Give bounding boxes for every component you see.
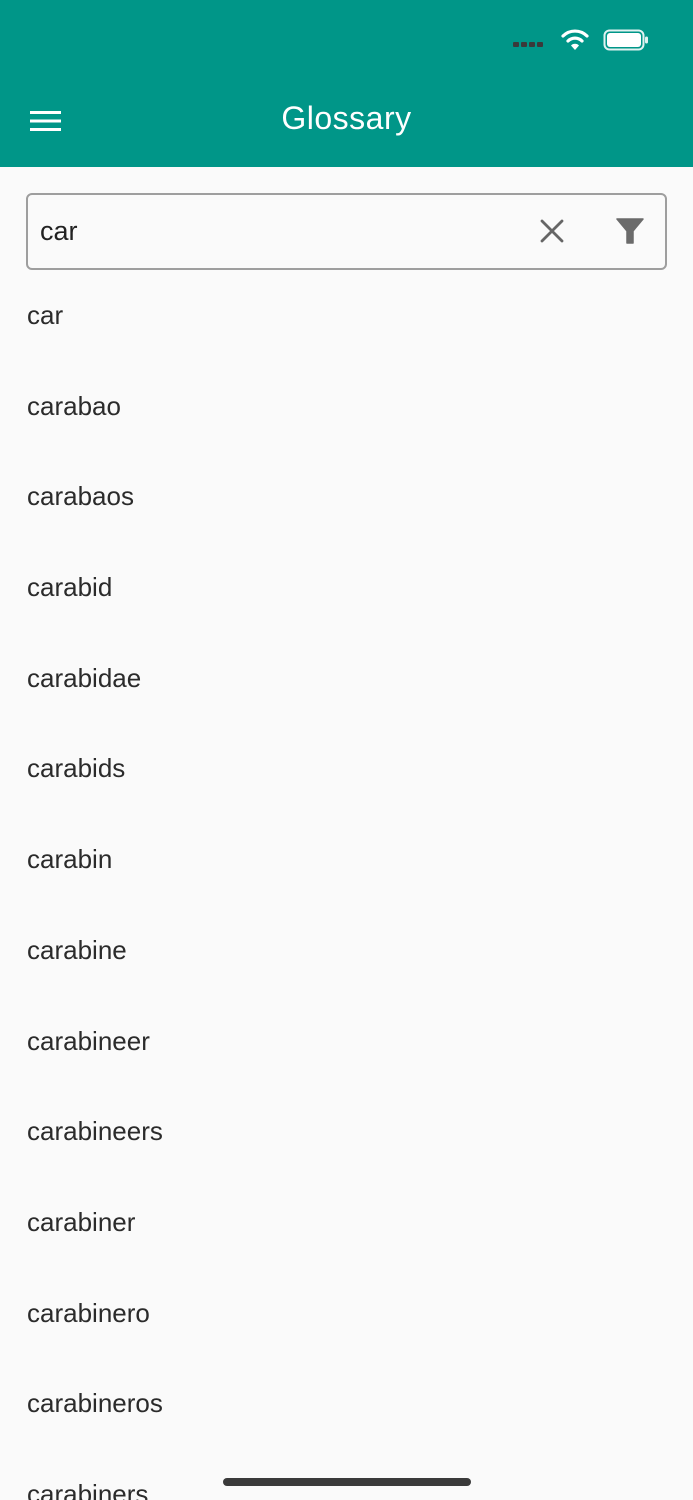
list-item[interactable]: carabineer <box>0 998 693 1089</box>
filter-icon <box>616 218 644 244</box>
list-item[interactable]: car <box>0 272 693 363</box>
list-item[interactable]: carabineers <box>0 1088 693 1179</box>
list-item[interactable]: carabao <box>0 363 693 454</box>
app-bar: Glossary <box>0 0 693 167</box>
search-field[interactable] <box>26 193 667 270</box>
list-item[interactable]: carabidae <box>0 635 693 726</box>
clear-search-button[interactable] <box>528 207 576 255</box>
list-item[interactable]: carabiners <box>0 1451 693 1500</box>
glossary-screen: Glossary car carabao carabaos carabid ca… <box>0 0 693 1500</box>
status-bar <box>513 26 649 54</box>
list-item[interactable]: carabine <box>0 907 693 998</box>
list-item[interactable]: carabineros <box>0 1360 693 1451</box>
results-list: car carabao carabaos carabid carabidae c… <box>0 272 693 1500</box>
filter-button[interactable] <box>606 207 654 255</box>
list-item[interactable]: carabids <box>0 725 693 816</box>
list-item[interactable]: carabaos <box>0 453 693 544</box>
list-item[interactable]: carabiner <box>0 1179 693 1270</box>
list-item[interactable]: carabin <box>0 816 693 907</box>
list-item[interactable]: carabinero <box>0 1270 693 1361</box>
wifi-icon <box>561 29 589 50</box>
search-input[interactable] <box>40 195 510 268</box>
home-indicator[interactable] <box>223 1478 471 1486</box>
page-title: Glossary <box>281 100 412 136</box>
close-icon <box>540 219 564 243</box>
list-item[interactable]: carabid <box>0 544 693 635</box>
signal-icon <box>513 26 547 54</box>
battery-icon <box>603 29 648 51</box>
